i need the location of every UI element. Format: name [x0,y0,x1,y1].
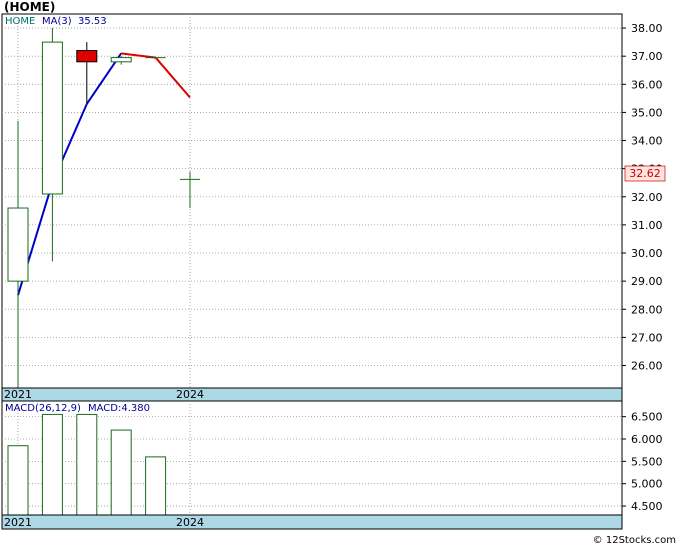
price-x-tick-label: 2024 [176,388,204,401]
price-y-tick-label: 31.00 [631,219,663,232]
legend-ma-label: MA(3) [42,16,72,27]
macd-x-tick-label: 2024 [176,516,204,529]
candle-body [7,207,29,282]
macd-bar [41,413,63,516]
stock-chart: 38.0037.0036.0035.0034.0033.0032.0031.00… [1,0,676,546]
price-y-tick-label: 38.00 [631,22,663,35]
macd-legend-value: MACD:4.380 [88,403,150,414]
watermark: © 12Stocks.com [593,535,676,546]
macd-bar [76,413,98,516]
macd-bar [145,456,167,516]
price-y-tick-label: 29.00 [631,275,663,288]
price-x-tick-label: 2021 [4,388,32,401]
price-y-tick-label: 30.00 [631,247,663,260]
price-y-tick-label: 28.00 [631,303,663,316]
candle-body [41,41,63,195]
price-y-axis: 38.0037.0036.0035.0034.0033.0032.0031.00… [622,22,663,373]
macd-bar [7,445,29,516]
candle-body [76,50,98,63]
candle-body [110,57,132,63]
legend-symbol: HOME [5,16,35,27]
macd-y-tick-label: 5.500 [631,455,663,468]
macd-x-tick-label: 2021 [4,516,32,529]
price-panel [1,13,623,389]
macd-bar [110,429,132,516]
legend-ma-value: 35.53 [78,16,107,27]
chart-title: (HOME) [4,0,55,14]
macd-y-tick-label: 6.000 [631,433,663,446]
macd-legend-label: MACD(26,12,9) [5,403,81,414]
price-y-tick-label: 34.00 [631,135,663,148]
macd-y-tick-label: 6.500 [631,411,663,424]
macd-y-tick-label: 5.000 [631,478,663,491]
price-y-tick-label: 32.00 [631,191,663,204]
macd-y-tick-label: 4.500 [631,500,663,513]
last-price-label: 32.62 [629,167,661,180]
price-y-tick-label: 36.00 [631,78,663,91]
macd-x-axis-band [1,514,623,530]
price-y-tick-label: 37.00 [631,50,663,63]
price-x-axis-band [1,387,623,402]
price-y-tick-label: 26.00 [631,360,663,373]
price-y-tick-label: 35.00 [631,106,663,119]
price-y-tick-label: 27.00 [631,331,663,344]
macd-y-axis: 6.500 6.000 5.500 5.000 4.500 [622,411,663,513]
